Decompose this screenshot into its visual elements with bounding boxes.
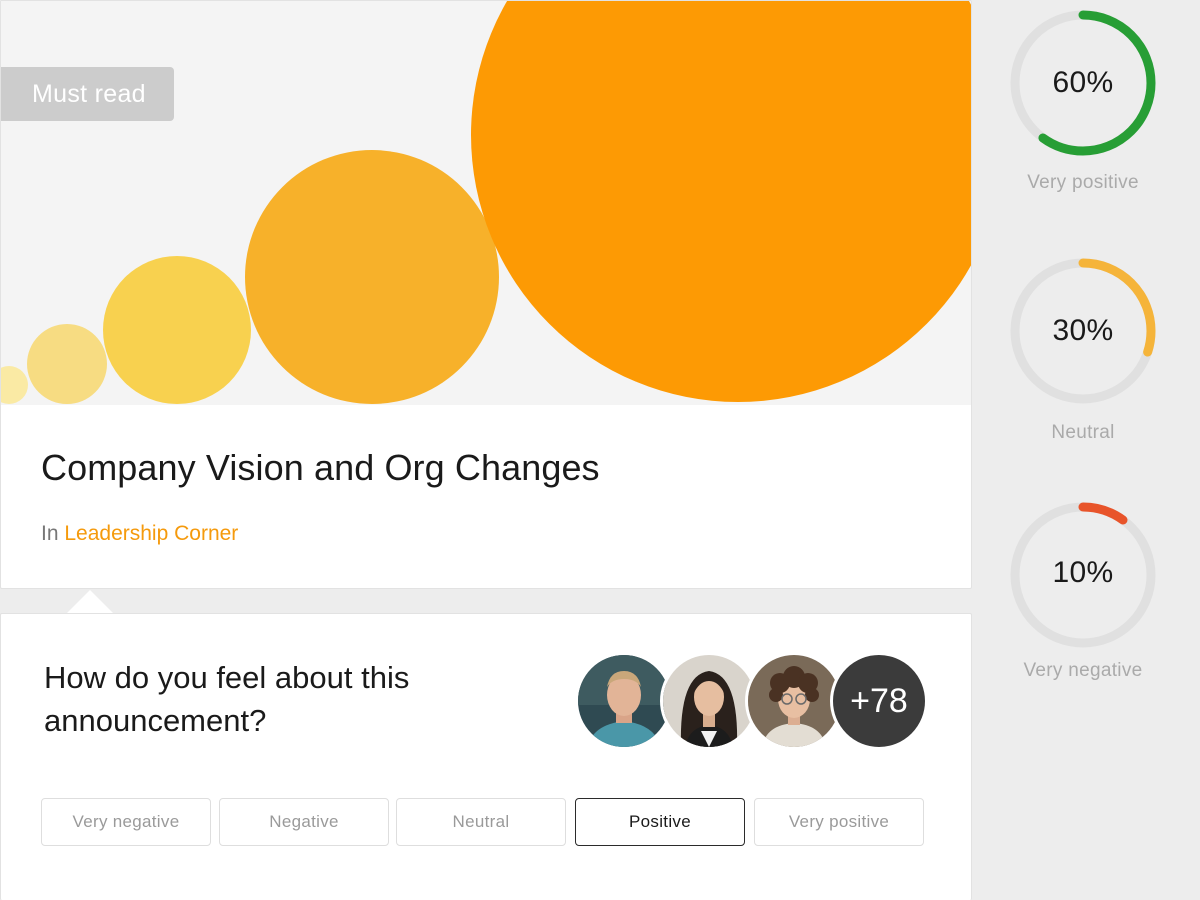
announcement-screen: Must read Company Vision and Org Changes… [0, 0, 1200, 900]
feedback-question: How do you feel about this announcement? [44, 660, 410, 738]
gauge-label: Very positive [1027, 172, 1139, 193]
gauge-percent: 10% [1052, 556, 1114, 589]
sentiment-gauge: 30% Neutral [1008, 256, 1158, 443]
sentiment-gauge: 60% Very positive [1008, 8, 1158, 193]
in-label: In [41, 522, 59, 545]
avatar[interactable] [575, 652, 673, 750]
sentiment-summary: 60% Very positive 30% Neutral 10% Very n… [972, 0, 1200, 900]
hero-circle [1, 366, 28, 404]
reaction-options: Very negative Negative Neutral Positive … [41, 798, 925, 846]
announcement-title[interactable]: Company Vision and Org Changes [41, 447, 600, 489]
avatar[interactable] [660, 652, 758, 750]
more-reactors-count[interactable]: +78 [830, 652, 928, 750]
hero-circle [103, 256, 251, 404]
option-negative[interactable]: Negative [219, 798, 389, 846]
feedback-pointer [66, 590, 114, 614]
announcement-meta: In Leadership Corner [41, 522, 238, 546]
gauge-percent: 30% [1052, 314, 1114, 347]
feedback-card: How do you feel about this announcement? [0, 613, 972, 900]
option-positive[interactable]: Positive [575, 798, 745, 846]
hero-circle [27, 324, 107, 404]
gauge-percent: 60% [1052, 66, 1114, 99]
gauge-label: Very negative [1023, 660, 1143, 681]
channel-link[interactable]: Leadership Corner [64, 522, 238, 545]
option-neutral[interactable]: Neutral [396, 798, 566, 846]
hero-circles-illustration [1, 1, 971, 404]
hero-banner: Must read [1, 1, 971, 405]
announcement-card[interactable]: Must read Company Vision and Org Changes… [0, 0, 972, 589]
option-very-positive[interactable]: Very positive [754, 798, 924, 846]
must-read-badge: Must read [1, 67, 174, 121]
gauge-label: Neutral [1051, 422, 1115, 443]
avatar[interactable] [745, 652, 843, 750]
sentiment-gauge: 10% Very negative [1008, 500, 1158, 681]
hero-circle [471, 1, 971, 402]
hero-circle [245, 150, 499, 404]
option-very-negative[interactable]: Very negative [41, 798, 211, 846]
